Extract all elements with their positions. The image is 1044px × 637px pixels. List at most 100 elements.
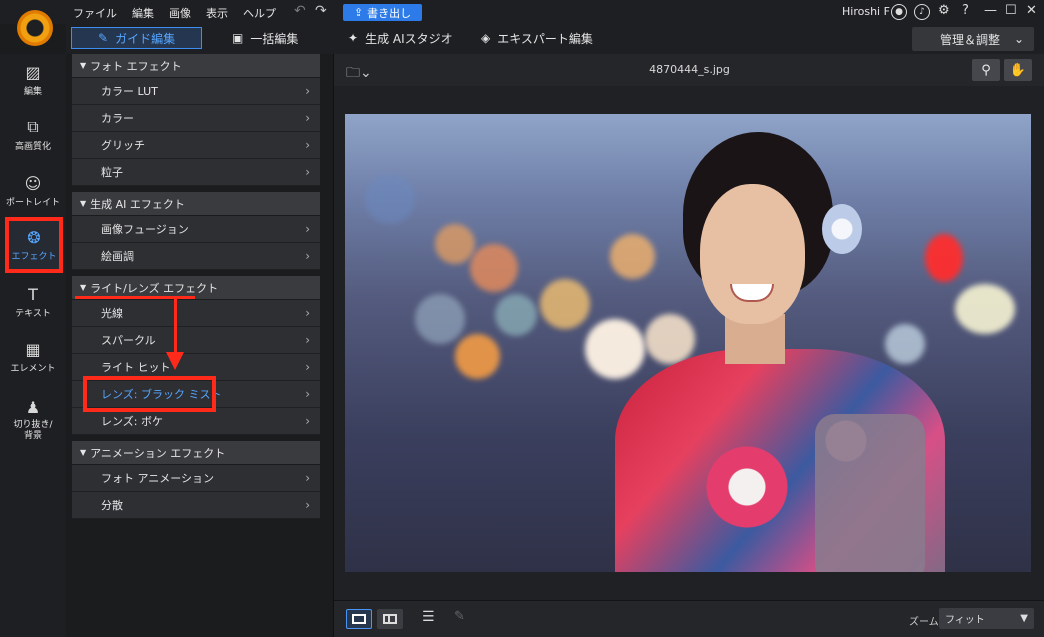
menu-image[interactable]: 画像 (169, 5, 191, 21)
redo-icon[interactable]: ↷ (315, 3, 327, 19)
nav-element[interactable]: ▦ エレメント (0, 331, 66, 383)
tab-label: エキスパート編集 (497, 31, 593, 46)
effect-label: レンズ: ブラック ミスト (101, 388, 222, 401)
zoom-select[interactable]: フィット ▼ (939, 608, 1034, 629)
close-icon[interactable]: ✕ (1026, 3, 1037, 18)
tab-batch-edit[interactable]: ▣ 一括編集 (232, 27, 298, 49)
viewer-status-bar: ☰ ✎ ズーム: フィット ▼ (334, 600, 1044, 637)
group-header[interactable]: ▼ フォト エフェクト (72, 54, 320, 78)
effect-item[interactable]: グリッチ › (72, 132, 320, 159)
nav-label: 切り抜き/ 背景 (13, 419, 53, 441)
bokeh-light (885, 324, 925, 364)
chevron-right-icon: › (305, 333, 310, 347)
maximize-icon[interactable]: ☐ (1005, 3, 1017, 18)
chevron-right-icon: › (305, 138, 310, 152)
compare-view-button[interactable] (377, 609, 403, 629)
nav-label: エフェクト (11, 252, 57, 262)
nav-effects[interactable]: ❂ エフェクト (5, 217, 63, 273)
list-order-icon[interactable]: ☰ (422, 609, 435, 625)
effects-panel: ▼ フォト エフェクト カラー LUT › カラー › グリッチ › 粒子 › ▼ 生成 A… (72, 54, 320, 525)
minimize-icon[interactable]: — (984, 3, 997, 18)
group-header[interactable]: ▼ アニメーション エフェクト (72, 441, 320, 465)
chevron-right-icon: › (305, 471, 310, 485)
wand-icon: ✎ (98, 31, 109, 45)
image-viewer: 🗀⌄ 4870444_s.jpg ⚲ ✋ ☰ ✎ ズーム: フィット ▼ (333, 54, 1044, 637)
nav-cutout[interactable]: ♟ 切り抜き/ 背景 (0, 390, 66, 450)
chevron-right-icon: › (305, 498, 310, 512)
zoom-tool-icon[interactable]: ⚲ (972, 59, 1000, 81)
menu-edit[interactable]: 編集 (132, 5, 154, 21)
effect-item[interactable]: 光線 › (72, 300, 320, 327)
face (700, 184, 805, 324)
tab-expert-edit[interactable]: ◈ エキスパート編集 (481, 27, 593, 49)
effect-item[interactable]: レンズ: ボケ › (72, 408, 320, 435)
bokeh-light (470, 244, 518, 292)
element-icon: ▦ (25, 339, 41, 359)
collapse-triangle-icon: ▼ (80, 448, 87, 457)
batch-icon: ▣ (232, 31, 244, 45)
effect-label: レンズ: ボケ (101, 415, 163, 428)
menu-help[interactable]: ヘルプ (243, 5, 276, 21)
effect-label: カラー (101, 112, 134, 125)
menu-view[interactable]: 表示 (206, 5, 228, 21)
tab-guided-edit[interactable]: ✎ ガイド編集 (71, 27, 203, 49)
effect-item[interactable]: カラー › (72, 105, 320, 132)
effect-item[interactable]: スパークル › (72, 327, 320, 354)
effect-group: ▼ フォト エフェクト カラー LUT › カラー › グリッチ › 粒子 › (72, 54, 320, 186)
undo-icon[interactable]: ↶ (294, 3, 306, 19)
annotation-arrow-head (166, 352, 184, 370)
nav-edit[interactable]: ▨ 編集 (0, 54, 66, 106)
effect-item[interactable]: カラー LUT › (72, 78, 320, 105)
tab-ai-studio[interactable]: ✦ 生成 AIスタジオ (348, 27, 453, 49)
bokeh-light (415, 294, 465, 344)
cutout-icon: ♟ (25, 398, 41, 417)
bokeh-light (925, 234, 963, 282)
bokeh-light (435, 224, 475, 264)
account-icon[interactable]: ● (891, 4, 907, 20)
photo-canvas[interactable] (345, 114, 1031, 572)
user-name[interactable]: Hiroshi F (842, 5, 890, 18)
chevron-right-icon: › (305, 111, 310, 125)
compare-view-icon (383, 614, 397, 624)
single-view-button[interactable] (346, 609, 372, 629)
effect-group: ▼ ライト/レンズ エフェクト 光線 › スパークル › ライト ヒット › レンズ: … (72, 276, 320, 435)
notification-icon[interactable]: ♪ (914, 4, 930, 20)
effects-icon: ❂ (27, 227, 41, 247)
collapse-triangle-icon: ▼ (80, 199, 87, 208)
settings-icon[interactable]: ⚙ (938, 3, 950, 18)
layers-icon: ◈ (481, 31, 491, 45)
effect-item[interactable]: 分散 › (72, 492, 320, 519)
help-icon[interactable]: ? (962, 3, 969, 18)
pen-icon[interactable]: ✎ (454, 609, 465, 624)
chevron-right-icon: › (305, 360, 310, 374)
hair-flower (822, 204, 862, 254)
effect-group: ▼ アニメーション エフェクト フォト アニメーション › 分散 › (72, 441, 320, 519)
manage-adjust-dropdown[interactable]: 管理＆調整 ⌄ (912, 27, 1034, 51)
pan-tool-icon[interactable]: ✋ (1004, 59, 1032, 81)
group-header[interactable]: ▼ 生成 AI エフェクト (72, 192, 320, 216)
bokeh-light (610, 234, 655, 279)
chevron-right-icon: › (305, 84, 310, 98)
export-label: 書き出し (367, 6, 412, 20)
effect-item[interactable]: 絵画調 › (72, 243, 320, 270)
effect-item[interactable]: 画像フュージョン › (72, 216, 320, 243)
tab-label: 一括編集 (250, 31, 299, 46)
chevron-right-icon: › (305, 222, 310, 236)
nav-portrait[interactable]: ☺ ポートレイト (0, 165, 66, 217)
zoom-label: ズーム: (909, 617, 943, 628)
effect-label: スパークル (101, 334, 156, 347)
effect-item[interactable]: ライト ヒット › (72, 354, 320, 381)
nav-text[interactable]: T テキスト (0, 276, 66, 328)
viewer-toolbar: 🗀⌄ 4870444_s.jpg ⚲ ✋ (334, 54, 1044, 86)
obi (815, 414, 925, 572)
mode-bar: ✎ ガイド編集 ▣ 一括編集 ✦ 生成 AIスタジオ ◈ エキスパート編集 管理… (66, 24, 1044, 54)
effect-item[interactable]: フォト アニメーション › (72, 465, 320, 492)
effect-item-selected[interactable]: レンズ: ブラック ミスト › (72, 381, 320, 408)
effect-item[interactable]: 粒子 › (72, 159, 320, 186)
app-logo (17, 10, 53, 46)
menu-bar: ファイル 編集 画像 表示 ヘルプ (73, 5, 291, 21)
bokeh-light (540, 279, 590, 329)
nav-enhance[interactable]: ⧉ 高画質化 (0, 109, 66, 161)
export-button[interactable]: ⇪ 書き出し (343, 4, 422, 21)
menu-file[interactable]: ファイル (73, 5, 117, 21)
